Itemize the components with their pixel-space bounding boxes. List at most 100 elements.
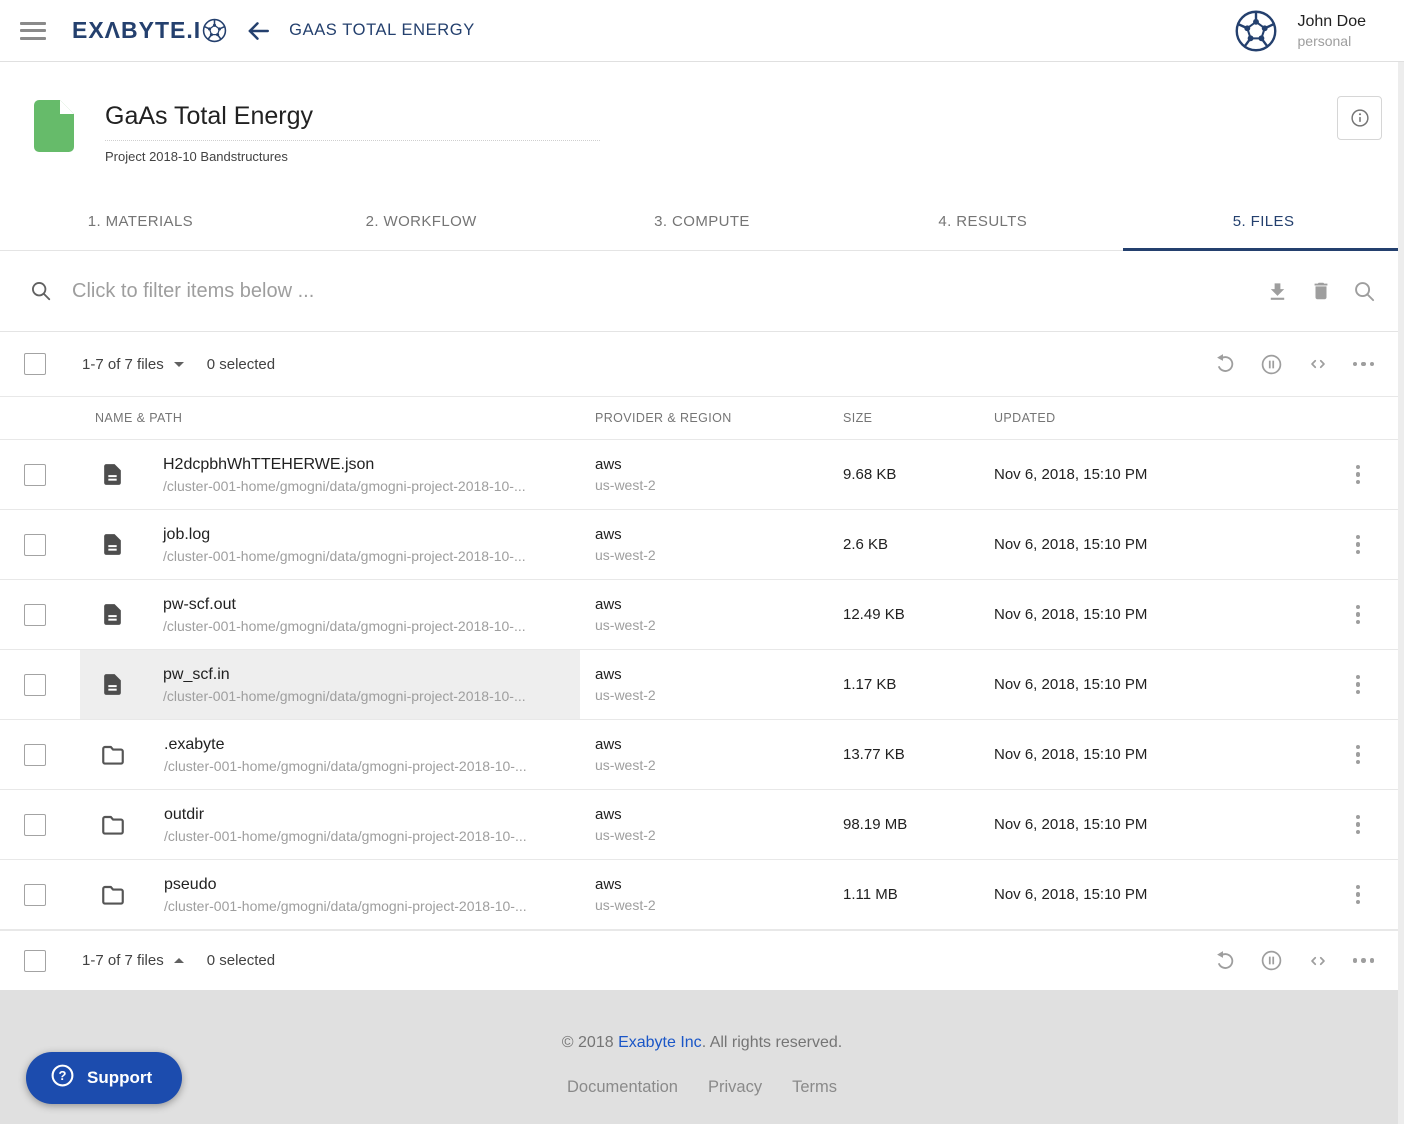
provider: aws xyxy=(595,596,656,613)
footer-link-terms[interactable]: Terms xyxy=(792,1078,837,1097)
row-menu-icon[interactable] xyxy=(1352,811,1365,839)
back-arrow-icon[interactable] xyxy=(245,18,271,44)
region: us-west-2 xyxy=(595,477,656,493)
more-icon[interactable] xyxy=(1353,362,1375,367)
scrollbar[interactable] xyxy=(1398,62,1404,1124)
table-row[interactable]: job.log /cluster-001-home/gmogni/data/gm… xyxy=(0,510,1404,580)
column-name-path: NAME & PATH xyxy=(95,411,182,425)
table-row[interactable]: outdir /cluster-001-home/gmogni/data/gmo… xyxy=(0,790,1404,860)
select-all-checkbox[interactable] xyxy=(24,353,46,375)
table-row[interactable]: pseudo /cluster-001-home/gmogni/data/gmo… xyxy=(0,860,1404,930)
svg-text:?: ? xyxy=(59,1068,67,1083)
app-window: EXΛBYTE.I xyxy=(0,0,1404,1124)
folder-name: outdir xyxy=(164,806,527,824)
tab-results[interactable]: 4. RESULTS xyxy=(842,193,1123,250)
file-path: /cluster-001-home/gmogni/data/gmogni-pro… xyxy=(163,478,526,494)
file-size: 1.17 KB xyxy=(843,676,896,693)
fullerene-icon xyxy=(202,18,227,43)
tab-files[interactable]: 5. FILES xyxy=(1123,193,1404,250)
support-label: Support xyxy=(87,1068,152,1088)
row-checkbox[interactable] xyxy=(24,744,46,766)
file-name: job.log xyxy=(163,526,526,544)
folder-name: .exabyte xyxy=(164,736,527,754)
file-name: H2dcpbhWhTTEHERWE.json xyxy=(163,456,526,474)
file-size: 98.19 MB xyxy=(843,816,907,833)
region: us-west-2 xyxy=(595,897,656,913)
row-checkbox[interactable] xyxy=(24,604,46,626)
row-menu-icon[interactable] xyxy=(1352,881,1365,909)
file-updated: Nov 6, 2018, 15:10 PM xyxy=(994,606,1147,623)
filter-input[interactable] xyxy=(72,280,1266,303)
info-button[interactable] xyxy=(1337,96,1382,140)
row-menu-icon[interactable] xyxy=(1352,461,1365,489)
file-size: 9.68 KB xyxy=(843,466,896,483)
help-icon: ? xyxy=(50,1063,75,1093)
row-menu-icon[interactable] xyxy=(1352,741,1365,769)
file-size: 12.49 KB xyxy=(843,606,905,623)
row-checkbox[interactable] xyxy=(24,534,46,556)
pagination-dropdown[interactable]: 1-7 of 7 files xyxy=(82,952,184,969)
company-link[interactable]: Exabyte Inc xyxy=(618,1034,702,1051)
row-checkbox[interactable] xyxy=(24,674,46,696)
file-icon xyxy=(100,672,125,697)
code-icon[interactable] xyxy=(1307,950,1329,972)
top-header: EXΛBYTE.I xyxy=(0,0,1404,62)
tab-compute[interactable]: 3. COMPUTE xyxy=(562,193,843,250)
table-row[interactable]: .exabyte /cluster-001-home/gmogni/data/g… xyxy=(0,720,1404,790)
refresh-icon[interactable] xyxy=(1214,950,1236,972)
file-updated: Nov 6, 2018, 15:10 PM xyxy=(994,536,1147,553)
copyright: © 2018 Exabyte Inc. All rights reserved. xyxy=(562,1034,842,1052)
row-menu-icon[interactable] xyxy=(1352,671,1365,699)
more-icon[interactable] xyxy=(1353,958,1375,963)
file-updated: Nov 6, 2018, 15:10 PM xyxy=(994,676,1147,693)
support-button[interactable]: ? Support xyxy=(26,1052,182,1104)
footer-link-privacy[interactable]: Privacy xyxy=(708,1078,762,1097)
selected-count: 0 selected xyxy=(207,952,275,969)
folder-path: /cluster-001-home/gmogni/data/gmogni-pro… xyxy=(164,898,527,914)
workflow-tabbar: 1. MATERIALS 2. WORKFLOW 3. COMPUTE 4. R… xyxy=(0,193,1404,251)
select-all-checkbox[interactable] xyxy=(24,950,46,972)
table-row[interactable]: H2dcpbhWhTTEHERWE.json /cluster-001-home… xyxy=(0,440,1404,510)
filter-bar xyxy=(0,251,1404,332)
folder-path: /cluster-001-home/gmogni/data/gmogni-pro… xyxy=(164,828,527,844)
region: us-west-2 xyxy=(595,547,656,563)
row-checkbox[interactable] xyxy=(24,464,46,486)
tab-materials[interactable]: 1. MATERIALS xyxy=(0,193,281,250)
row-menu-icon[interactable] xyxy=(1352,531,1365,559)
region: us-west-2 xyxy=(595,757,656,773)
table-row[interactable]: pw-scf.out /cluster-001-home/gmogni/data… xyxy=(0,580,1404,650)
search-icon[interactable] xyxy=(1353,280,1376,303)
table-row[interactable]: pw_scf.in /cluster-001-home/gmogni/data/… xyxy=(0,650,1404,720)
delete-icon[interactable] xyxy=(1310,280,1332,302)
pause-icon[interactable] xyxy=(1260,353,1283,376)
folder-name: pseudo xyxy=(164,876,527,894)
tab-workflow[interactable]: 2. WORKFLOW xyxy=(281,193,562,250)
header-page-title: GAAS TOTAL ENERGY xyxy=(289,21,475,40)
file-updated: Nov 6, 2018, 15:10 PM xyxy=(994,466,1147,483)
file-icon xyxy=(100,532,125,557)
menu-icon[interactable] xyxy=(20,22,46,40)
caret-up-icon xyxy=(174,958,184,963)
pause-icon[interactable] xyxy=(1260,949,1283,972)
exabyte-logo[interactable]: EXΛBYTE.I xyxy=(72,17,227,44)
avatar[interactable] xyxy=(1234,9,1278,53)
download-icon[interactable] xyxy=(1266,280,1289,303)
refresh-icon[interactable] xyxy=(1214,353,1236,375)
column-updated: UPDATED xyxy=(994,411,1056,425)
region: us-west-2 xyxy=(595,687,656,703)
code-icon[interactable] xyxy=(1307,353,1329,375)
table-header: NAME & PATH PROVIDER & REGION SIZE UPDAT… xyxy=(0,396,1404,440)
table-toolbar-top: 1-7 of 7 files 0 selected xyxy=(0,332,1404,396)
row-checkbox[interactable] xyxy=(24,884,46,906)
provider: aws xyxy=(595,666,656,683)
row-checkbox[interactable] xyxy=(24,814,46,836)
row-menu-icon[interactable] xyxy=(1352,601,1365,629)
file-icon xyxy=(100,602,125,627)
file-icon xyxy=(100,462,125,487)
footer-link-documentation[interactable]: Documentation xyxy=(567,1078,678,1097)
entity-header: GaAs Total Energy Project 2018-10 Bandst… xyxy=(0,62,1404,193)
table-toolbar-bottom: 1-7 of 7 files 0 selected xyxy=(0,930,1404,990)
provider: aws xyxy=(595,876,656,893)
pagination-dropdown[interactable]: 1-7 of 7 files xyxy=(82,356,184,373)
column-provider-region: PROVIDER & REGION xyxy=(595,411,732,425)
